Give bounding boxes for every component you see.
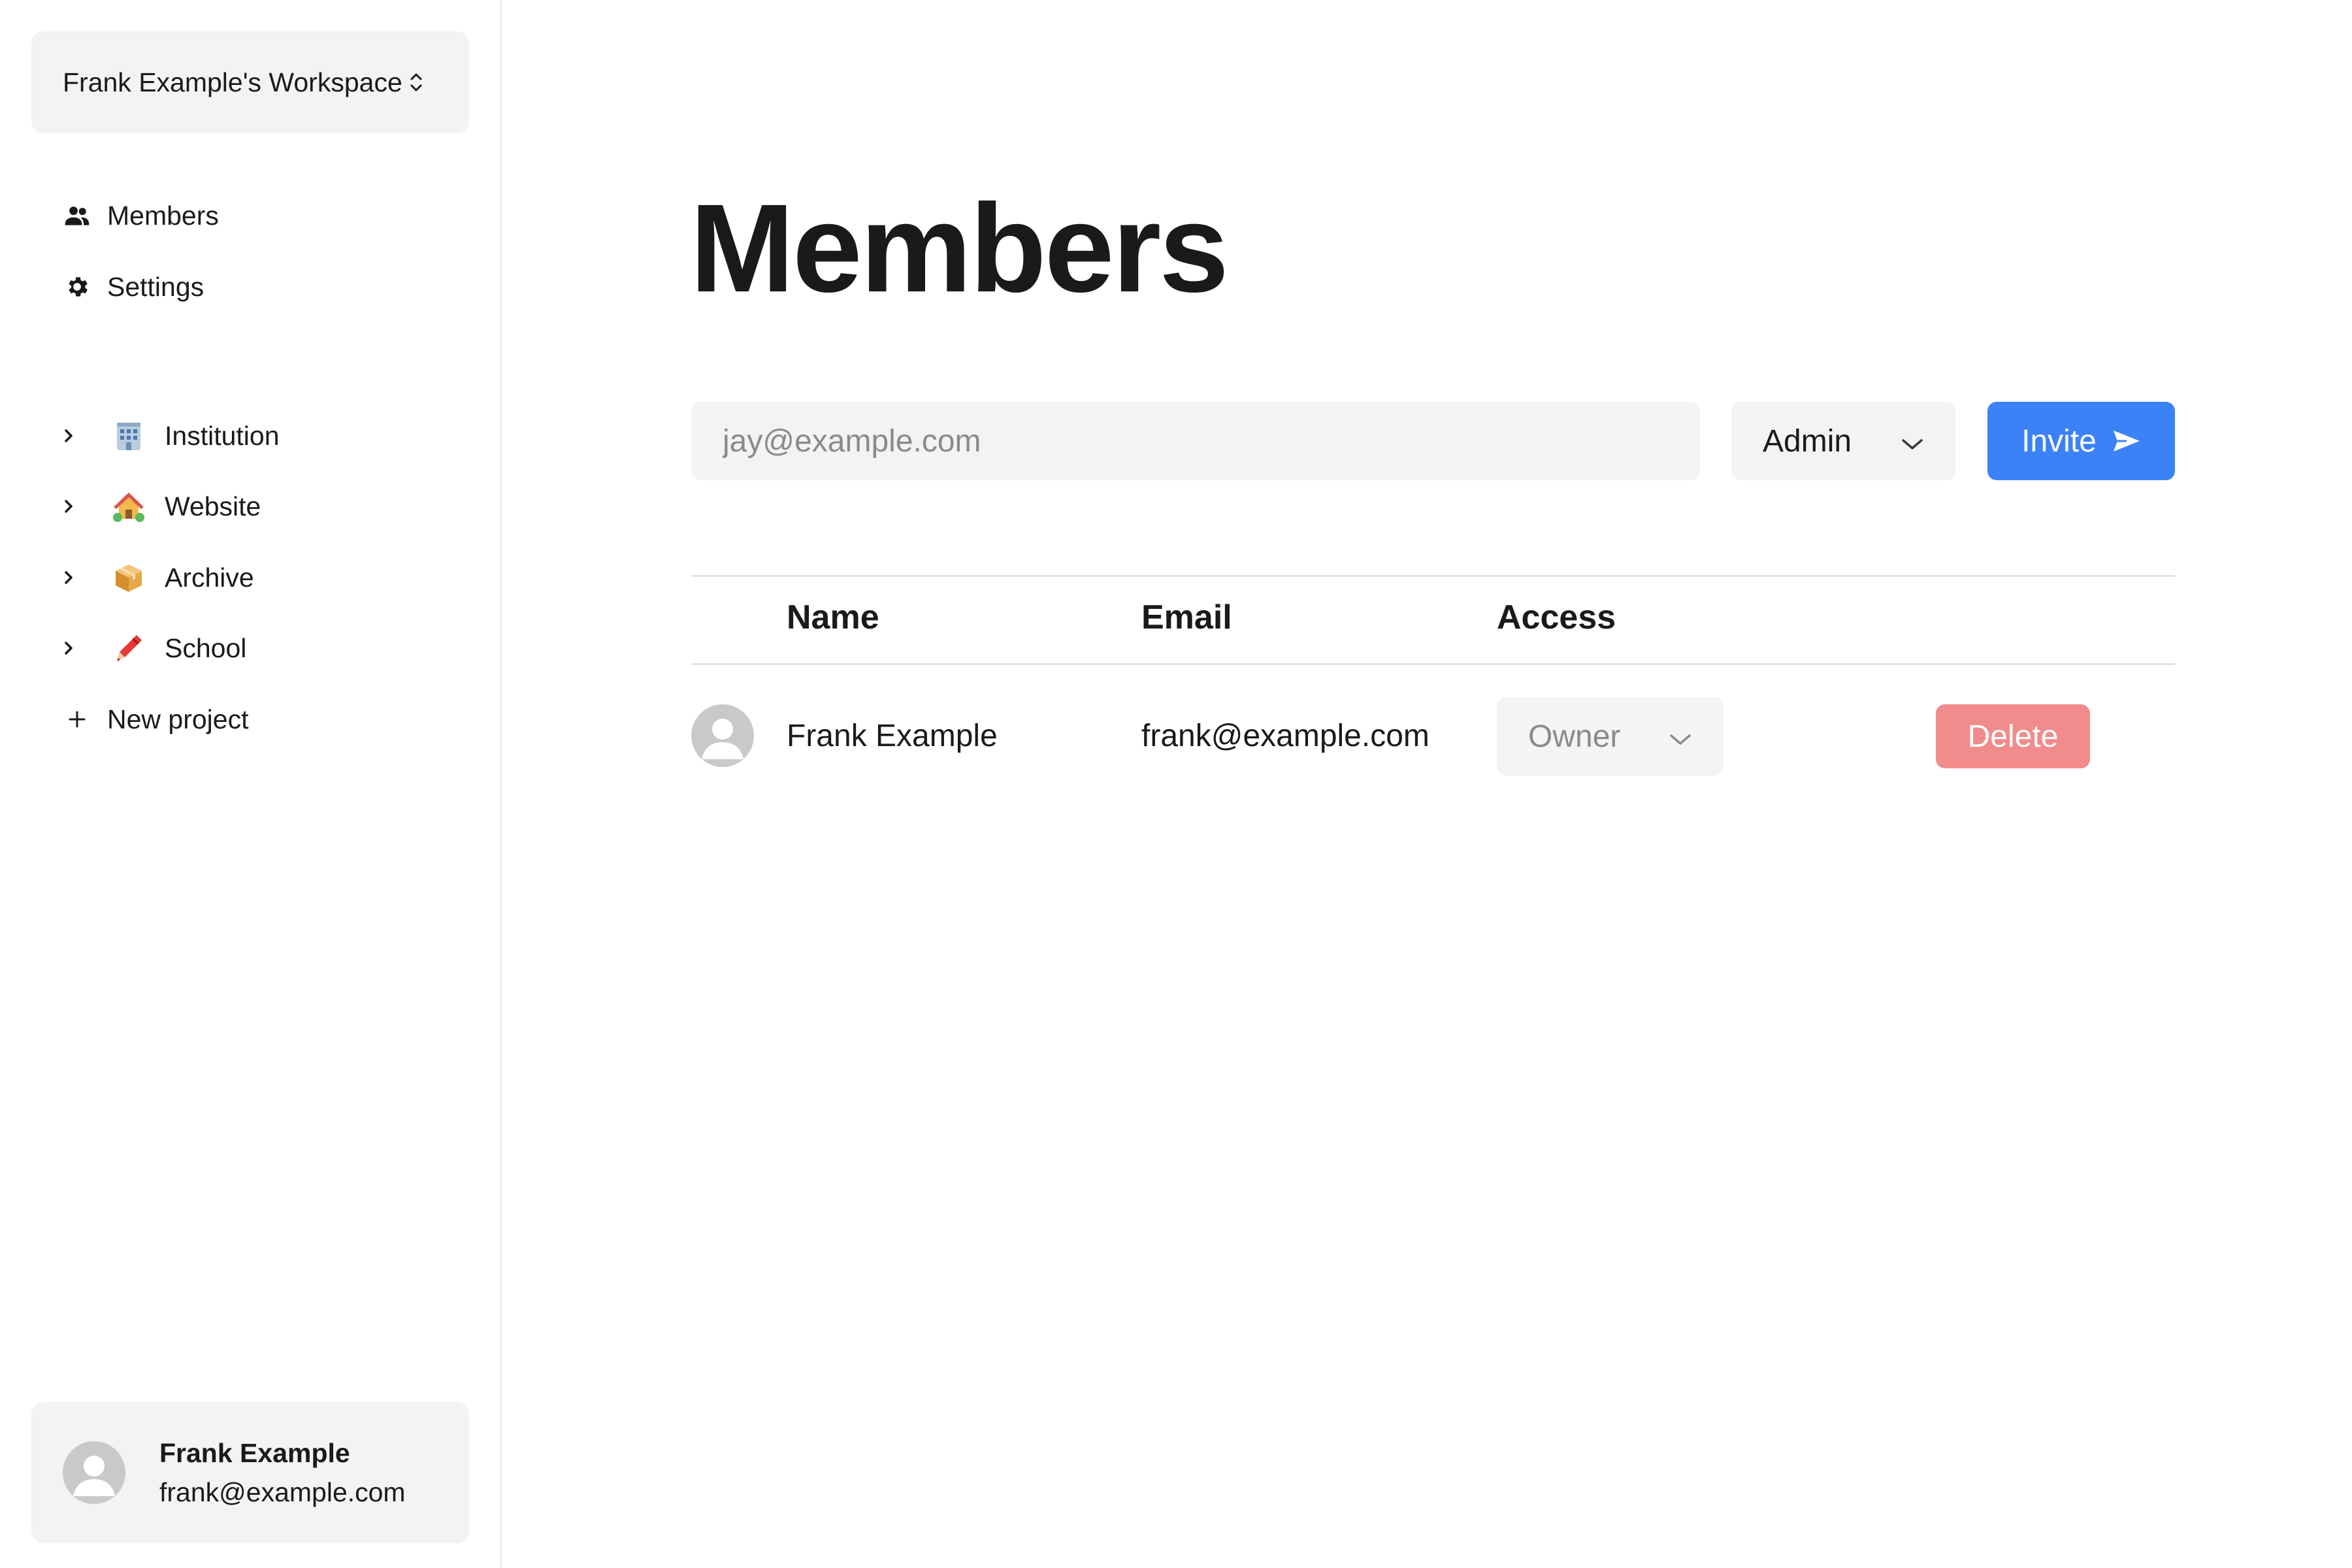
chevron-right-icon[interactable]: [63, 497, 94, 515]
table-header-divider: [691, 663, 2175, 665]
access-select-value: Owner: [1528, 719, 1621, 754]
workspace-name: Frank Example's Workspace: [63, 67, 402, 97]
sidebar-project-website[interactable]: Website: [63, 483, 261, 529]
project-label: Website: [165, 491, 261, 521]
invite-button-label: Invite: [2021, 423, 2097, 459]
page-title: Members: [690, 178, 1229, 318]
sidebar-item-members[interactable]: Members: [63, 193, 219, 238]
package-icon: [110, 559, 148, 596]
user-email: frank@example.com: [159, 1477, 406, 1507]
sidebar-project-archive[interactable]: Archive: [63, 555, 254, 600]
avatar: [691, 704, 754, 767]
member-access-select[interactable]: Owner: [1497, 697, 1723, 776]
invite-email-input[interactable]: [691, 402, 1700, 480]
chevron-right-icon[interactable]: [63, 639, 94, 657]
house-garden-icon: [110, 487, 148, 525]
chevron-up-down-icon: [409, 71, 423, 94]
chevron-down-icon: [1901, 423, 1924, 459]
workspace-switcher[interactable]: Frank Example's Workspace: [31, 31, 469, 133]
project-label: Archive: [165, 562, 254, 593]
project-label: Institution: [165, 420, 280, 451]
office-building-icon: [110, 417, 148, 455]
table-top-divider: [691, 575, 2175, 577]
send-icon: [2112, 429, 2141, 453]
new-project-label: New project: [107, 704, 249, 734]
chevron-right-icon[interactable]: [63, 568, 94, 587]
people-icon: [63, 201, 91, 230]
sidebar: Frank Example's Workspace Members Settin…: [0, 0, 502, 1568]
user-profile-card[interactable]: Frank Example frank@example.com: [31, 1402, 469, 1543]
sidebar-item-settings[interactable]: Settings: [63, 264, 204, 310]
column-header-access: Access: [1497, 598, 1616, 636]
gear-icon: [63, 272, 91, 301]
delete-member-button[interactable]: Delete: [1936, 704, 2090, 768]
role-select-value: Admin: [1763, 423, 1852, 459]
chevron-right-icon[interactable]: [63, 427, 94, 445]
avatar: [63, 1441, 125, 1504]
user-name: Frank Example: [159, 1438, 350, 1468]
delete-button-label: Delete: [1967, 719, 2059, 754]
crayon-icon: [110, 629, 148, 667]
plus-icon: [63, 710, 91, 729]
column-header-name: Name: [787, 598, 879, 636]
chevron-down-icon: [1669, 719, 1692, 755]
invite-role-select[interactable]: Admin: [1731, 402, 1955, 480]
sidebar-project-institution[interactable]: Institution: [63, 413, 280, 459]
project-label: School: [165, 632, 247, 663]
sidebar-item-label: Settings: [107, 271, 204, 302]
column-header-email: Email: [1141, 598, 1232, 636]
member-name: Frank Example: [787, 719, 998, 753]
member-email: frank@example.com: [1141, 719, 1429, 753]
sidebar-project-school[interactable]: School: [63, 625, 246, 671]
new-project-button[interactable]: New project: [63, 696, 248, 742]
invite-button[interactable]: Invite: [1987, 402, 2175, 480]
sidebar-item-label: Members: [107, 200, 219, 231]
